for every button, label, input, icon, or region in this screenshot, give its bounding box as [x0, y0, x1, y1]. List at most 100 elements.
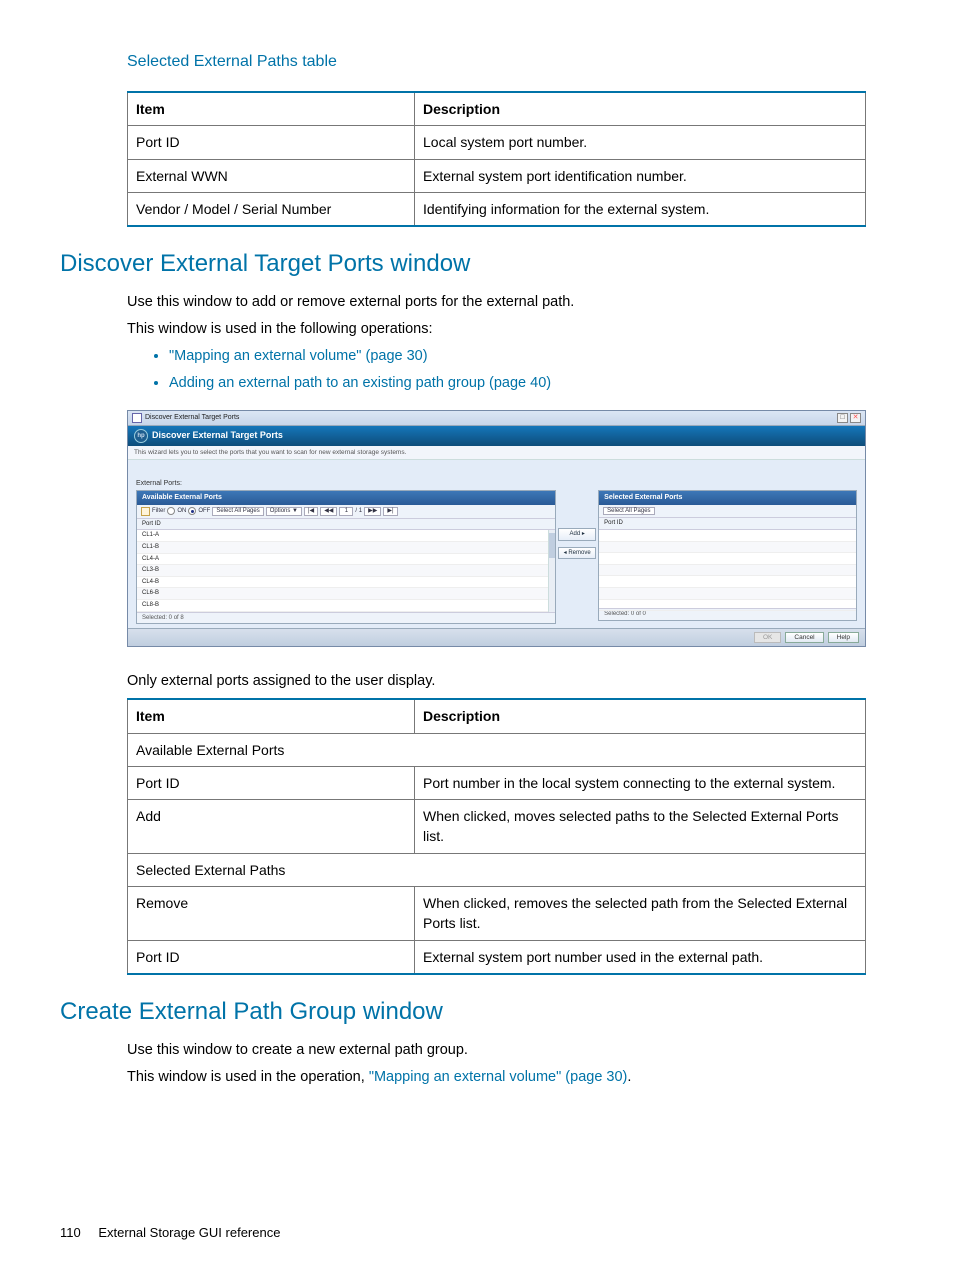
dialog-button-bar: OK Cancel Help [128, 628, 865, 646]
list-item [599, 530, 856, 542]
paragraph: Only external ports assigned to the user… [127, 671, 866, 692]
panel-available-external-ports: Available External Ports Filter ON OFF S… [136, 490, 556, 624]
pin-icon[interactable] [132, 413, 142, 423]
panel-header: Selected External Ports [599, 491, 856, 505]
paragraph: This window is used in the operation, "M… [127, 1067, 866, 1088]
page-prev-button[interactable]: ◀◀ [320, 507, 337, 516]
column-header-port-id[interactable]: Port ID [599, 518, 856, 530]
list-item[interactable]: CL4-A [137, 554, 555, 566]
filter-on-label: ON [177, 508, 186, 515]
ok-button[interactable]: OK [754, 632, 781, 643]
toolbar: Filter ON OFF Select All Pages Options ▼… [137, 505, 555, 519]
subheading-selected-external-paths: Selected External Paths table [127, 50, 866, 73]
list-item[interactable]: CL4-B [137, 577, 555, 589]
cell: Local system port number. [415, 126, 866, 159]
cell: Port number in the local system connecti… [415, 766, 866, 799]
app-window-discover-external-target-ports: Discover External Target Ports □ ✕ hp Di… [127, 410, 866, 647]
transfer-buttons: Add ▸ ◂ Remove [556, 490, 598, 559]
table-discover-items: Item Description Available External Port… [127, 698, 866, 975]
toolbar: Select All Pages [599, 505, 856, 519]
list-item[interactable]: CL1-B [137, 542, 555, 554]
page-total: / 1 [355, 508, 362, 515]
footer-title: External Storage GUI reference [98, 1225, 280, 1240]
filter-off-radio[interactable] [188, 507, 196, 515]
cancel-button[interactable]: Cancel [785, 632, 823, 643]
heading-create-external-path-group: Create External Path Group window [60, 995, 866, 1030]
window-titlebar: Discover External Target Ports □ ✕ [128, 411, 865, 426]
link-mapping-external-volume[interactable]: "Mapping an external volume" (page 30) [169, 348, 428, 364]
table-row: Available External Ports [128, 733, 866, 766]
window-title: Discover External Target Ports [145, 414, 239, 422]
filter-icon[interactable] [141, 507, 150, 516]
maximize-icon[interactable]: □ [837, 413, 848, 423]
list-item [599, 600, 856, 612]
cell-span: Available External Ports [128, 733, 866, 766]
help-button[interactable]: Help [828, 632, 859, 643]
cell: Vendor / Model / Serial Number [128, 193, 415, 227]
table2-header-item: Item [128, 699, 415, 733]
hp-logo-icon: hp [134, 429, 148, 443]
table1-header-item: Item [128, 92, 415, 126]
cell: Port ID [128, 126, 415, 159]
scroll-thumb[interactable] [549, 533, 555, 557]
cell: When clicked, moves selected paths to th… [415, 800, 866, 854]
cell: Port ID [128, 766, 415, 799]
page-first-button[interactable]: |◀ [304, 507, 318, 516]
selection-count-left: Selected: 0 of 8 [137, 612, 555, 624]
text: This window is used in the operation, [127, 1069, 369, 1085]
page-input[interactable]: 1 [339, 507, 353, 516]
table-row: External WWNExternal system port identif… [128, 159, 866, 192]
page-number: 110 [60, 1225, 81, 1240]
link-adding-external-path[interactable]: Adding an external path to an existing p… [169, 375, 551, 391]
column-header-port-id[interactable]: Port ID [137, 519, 555, 531]
page-next-button[interactable]: ▶▶ [364, 507, 381, 516]
list-item[interactable]: CL1-A [137, 530, 555, 542]
link-mapping-external-volume[interactable]: "Mapping an external volume" (page 30) [369, 1069, 628, 1085]
panel-header: Available External Ports [137, 491, 555, 505]
wizard-header: hp Discover External Target Ports [128, 426, 865, 446]
panel-selected-external-ports: Selected External Ports Select All Pages… [598, 490, 857, 620]
add-button[interactable]: Add ▸ [558, 528, 596, 541]
table-row: RemoveWhen clicked, removes the selected… [128, 887, 866, 941]
page-footer: 110 External Storage GUI reference [60, 1224, 280, 1243]
remove-button[interactable]: ◂ Remove [558, 547, 596, 560]
paragraph: This window is used in the following ope… [127, 319, 866, 340]
list-item [599, 565, 856, 577]
list-item[interactable]: CL8-B [137, 600, 555, 612]
cell: External WWN [128, 159, 415, 192]
table-row: Port IDExternal system port number used … [128, 940, 866, 974]
close-icon[interactable]: ✕ [850, 413, 861, 423]
filter-off-label: OFF [198, 508, 210, 515]
cell: External system port number used in the … [415, 940, 866, 974]
heading-discover-external-target-ports: Discover External Target Ports window [60, 247, 866, 282]
table-row: AddWhen clicked, moves selected paths to… [128, 800, 866, 854]
scrollbar[interactable] [548, 530, 555, 611]
list-item [599, 588, 856, 600]
table-row: Vendor / Model / Serial NumberIdentifyin… [128, 193, 866, 227]
select-all-pages-button[interactable]: Select All Pages [603, 507, 654, 516]
cell: External system port identification numb… [415, 159, 866, 192]
wizard-description: This wizard lets you to select the ports… [128, 446, 865, 460]
table2-header-desc: Description [415, 699, 866, 733]
table-row: Selected External Paths [128, 853, 866, 886]
cell: Remove [128, 887, 415, 941]
page-last-button[interactable]: ▶| [383, 507, 397, 516]
list-item [599, 553, 856, 565]
text: . [627, 1069, 631, 1085]
table-row: Port IDLocal system port number. [128, 126, 866, 159]
port-list-empty [599, 530, 856, 608]
table1-header-desc: Description [415, 92, 866, 126]
table-selected-external-paths: Item Description Port IDLocal system por… [127, 91, 866, 227]
list-item: Adding an external path to an existing p… [169, 373, 866, 394]
select-all-pages-button[interactable]: Select All Pages [212, 507, 263, 516]
cell-span: Selected External Paths [128, 853, 866, 886]
filter-on-radio[interactable] [167, 507, 175, 515]
list-item[interactable]: CL3-B [137, 565, 555, 577]
list-item[interactable]: CL6-B [137, 588, 555, 600]
list-item [599, 576, 856, 588]
paragraph: Use this window to add or remove externa… [127, 292, 866, 313]
cell: Identifying information for the external… [415, 193, 866, 227]
options-button[interactable]: Options ▼ [266, 507, 302, 516]
cell: When clicked, removes the selected path … [415, 887, 866, 941]
cell: Add [128, 800, 415, 854]
